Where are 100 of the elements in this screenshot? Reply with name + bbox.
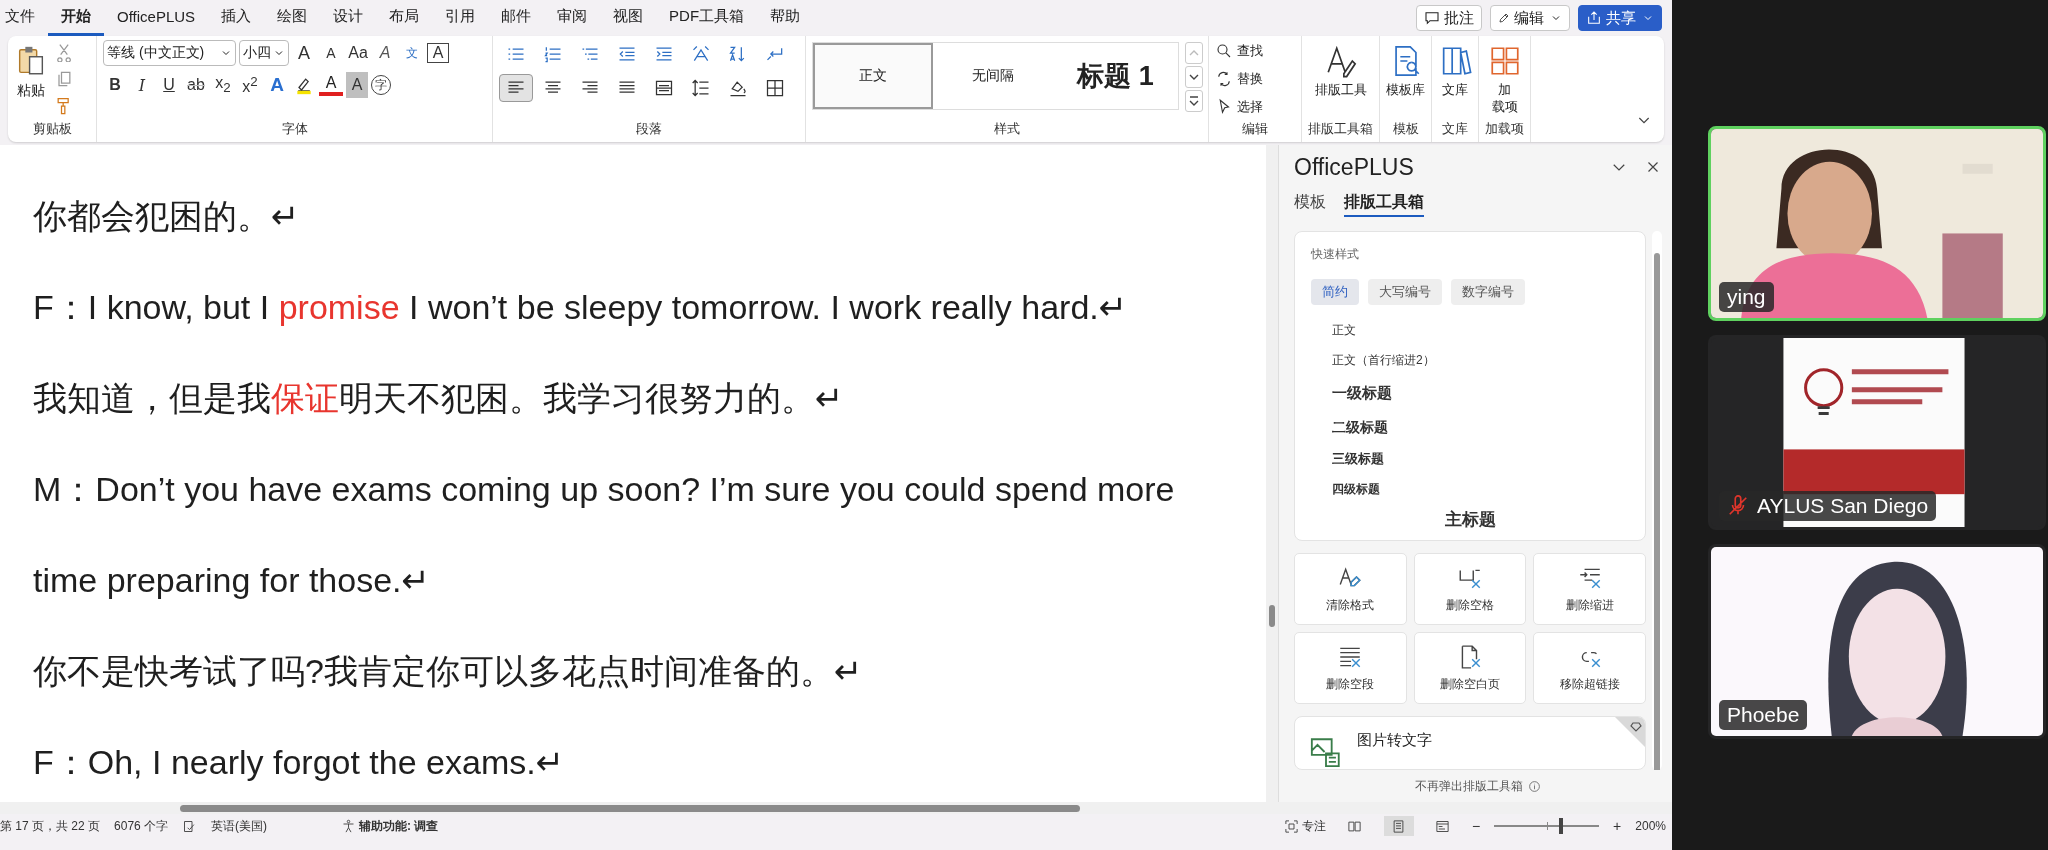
grow-button[interactable]: A [292, 40, 316, 66]
boxed-button[interactable]: A [427, 43, 449, 63]
templates-button[interactable]: 模板库 [1386, 44, 1425, 99]
phonetic-button[interactable]: 文 [400, 40, 424, 66]
focus-icon [1283, 818, 1299, 834]
share-icon [1586, 10, 1602, 26]
group-label: 剪贴板 [31, 120, 73, 138]
feature-card[interactable]: 图片转文字 [1294, 716, 1646, 770]
tool-button[interactable]: 删除空格 [1413, 553, 1527, 625]
panel-title: OfficePLUS [1294, 153, 1415, 181]
menu-tab[interactable]: 视图 [600, 0, 657, 36]
panel-tab[interactable]: 模板 [1294, 189, 1326, 217]
style-option[interactable]: 正文 [813, 43, 933, 109]
font-size-field[interactable]: 小四 [239, 40, 289, 66]
document-paragraph: F：I know, but I promise I won’t be sleepy tomorrow. I work really hard.↵ [33, 287, 1129, 328]
search-button[interactable]: 查找 [1215, 40, 1263, 62]
numbering-icon [543, 44, 563, 64]
document-paragraph: M：Don’t you have exams coming up soon? I’m sure you could spend more time preparing for those.↵ [33, 469, 1176, 601]
zoom-out-button[interactable]: − [1471, 818, 1481, 834]
direction-icon [691, 44, 711, 64]
expand-gallery-icon[interactable] [1185, 90, 1203, 112]
comments-button[interactable]: 批注 [1416, 5, 1482, 31]
panel-scrollbar-thumb[interactable] [1654, 253, 1660, 770]
underline-button[interactable]: U [157, 72, 181, 98]
tool-button[interactable]: 删除空白页 [1413, 632, 1527, 704]
borders-icon [765, 78, 785, 98]
font-name-field[interactable]: 等线 (中文正文) [103, 40, 236, 66]
style-option[interactable]: 主标题 [1444, 504, 1496, 534]
horizontal-scrollbar-thumb[interactable] [180, 805, 1080, 812]
menu-tab[interactable]: 布局 [376, 0, 433, 36]
effect-button[interactable]: A [265, 72, 289, 98]
distribute-icon [654, 78, 674, 98]
style-option[interactable]: 无间隔 [933, 43, 1053, 109]
typeset-button[interactable]: 排版工具 [1314, 44, 1367, 99]
accessibility-button[interactable]: 辅助功能: 调查 [341, 817, 439, 835]
zoom-level[interactable]: 200% [1635, 819, 1666, 833]
style-option[interactable]: 正文 [1332, 315, 1356, 345]
menu-tab[interactable]: 文件 [0, 0, 48, 36]
menu-tab[interactable]: OfficePLUS [104, 0, 209, 36]
language-status[interactable]: 英语(美国) [211, 817, 268, 835]
accessibility-icon [341, 818, 357, 834]
group-label: 样式 [993, 120, 1021, 138]
group-label: 字体 [280, 120, 309, 138]
page-count[interactable]: 第 17 页，共 22 页 [0, 817, 101, 835]
info-icon[interactable] [1528, 779, 1541, 793]
menu-tab[interactable]: 邮件 [488, 0, 545, 36]
addins-button[interactable]: 加载项 [1487, 44, 1522, 116]
scrollbar-thumb[interactable] [1269, 605, 1275, 627]
style-option[interactable]: 标题 1 [1053, 43, 1178, 109]
style-option[interactable]: 一级标题 [1332, 375, 1392, 411]
paste-button[interactable]: 粘贴 [14, 42, 48, 100]
menu-tab[interactable]: 绘图 [264, 0, 321, 36]
style-chip[interactable]: 大写编号 [1368, 279, 1442, 305]
print-view-button[interactable] [1383, 816, 1414, 836]
clear-button[interactable]: A [373, 40, 397, 66]
style-option[interactable]: 四级标题 [1332, 474, 1380, 504]
library-button[interactable]: 文库 [1438, 44, 1472, 99]
select-button[interactable]: 选择 [1215, 96, 1263, 118]
tool-button[interactable]: 删除空段 [1294, 632, 1407, 704]
bold-button[interactable]: B [103, 72, 127, 98]
group-label: 加载项 [1485, 120, 1524, 138]
menu-tab[interactable]: 审阅 [544, 0, 601, 36]
menu-tab[interactable]: 插入 [208, 0, 265, 36]
read-layout-icon [1347, 818, 1363, 834]
case-button[interactable]: Aa [346, 40, 370, 66]
menu-tab[interactable]: PDF工具箱 [656, 0, 758, 36]
menu-tab[interactable]: 帮助 [757, 0, 814, 36]
focus-button[interactable]: 专注 [1283, 817, 1326, 835]
share-button[interactable]: 共享 [1578, 5, 1662, 31]
style-option[interactable]: 三级标题 [1332, 444, 1384, 474]
image-text-icon [1309, 735, 1343, 769]
replace-button[interactable]: 替换 [1215, 68, 1263, 90]
panel-tab[interactable]: 排版工具箱 [1344, 189, 1424, 217]
shrink-button[interactable]: A [319, 40, 343, 66]
shade-button[interactable]: A [346, 72, 368, 98]
style-option[interactable]: 正文（首行缩进2） [1332, 345, 1435, 375]
group-label: 模板 [1392, 120, 1419, 138]
style-option[interactable]: 二级标题 [1332, 411, 1388, 444]
document-paragraph: 你不是快考试了吗?我肯定你可以多花点时间准备的。↵ [33, 651, 864, 692]
align-left-button[interactable] [499, 74, 533, 102]
linespacing-icon [691, 78, 711, 98]
italic-button[interactable]: I [130, 72, 154, 98]
document-paragraph: F：Oh, I nearly forgot the exams.↵ [33, 742, 566, 783]
style-chip[interactable]: 简约 [1311, 279, 1359, 305]
cut-icon[interactable] [54, 42, 74, 62]
tool-button[interactable]: 删除缩进 [1533, 553, 1646, 625]
menu-tab[interactable]: 设计 [320, 0, 377, 36]
scroll-down-icon[interactable] [1185, 66, 1203, 88]
style-chip[interactable]: 数字编号 [1451, 279, 1525, 305]
word-count[interactable]: 6076 个字 [114, 817, 169, 835]
tool-button[interactable]: 清除格式 [1294, 553, 1407, 625]
menu-tab[interactable]: 引用 [432, 0, 489, 36]
footer-link[interactable]: 不再弹出排版工具箱 [1415, 777, 1523, 795]
script-button[interactable]: x$^{2}$ [238, 72, 262, 98]
editing-mode-button[interactable]: 编辑 [1490, 5, 1570, 31]
script-button[interactable]: x$_{2}$ [211, 72, 235, 98]
document-paragraph: 你都会犯困的。↵ [33, 196, 301, 237]
zoom-in-button[interactable]: + [1613, 818, 1622, 834]
tool-button[interactable]: 移除超链接 [1533, 632, 1646, 704]
group-label: 段落 [635, 120, 663, 138]
